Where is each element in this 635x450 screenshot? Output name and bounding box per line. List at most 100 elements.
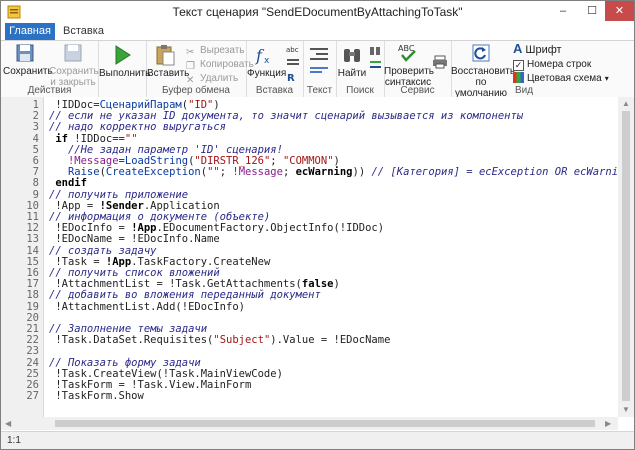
- save-and-close-button[interactable]: Сохранить и закрыть: [49, 42, 99, 88]
- svg-text:R: R: [287, 73, 295, 83]
- group-run: Выполнить: [98, 41, 150, 97]
- line-number: 14: [26, 244, 39, 257]
- window-title: Текст сценария "SendEDocumentByAttaching…: [172, 5, 463, 19]
- script-editor-window: Текст сценария "SendEDocumentByAttaching…: [0, 0, 635, 450]
- group-service: ABC Проверить синтаксис Сервис: [384, 41, 452, 97]
- group-clipboard: Вставить ✂ Вырезать ❐ Копировать ✕ Удалить …: [146, 41, 254, 97]
- copy-button[interactable]: ❐ Копировать: [186, 58, 254, 72]
- find-next-icon[interactable]: [369, 45, 382, 57]
- group-insert: f x Функция abc R Вставка: [246, 41, 304, 97]
- palette-icon: [513, 72, 524, 83]
- replace-icon[interactable]: [369, 59, 382, 71]
- group-search-label: Поиск: [346, 85, 374, 96]
- line-number: 9: [32, 188, 39, 201]
- maximize-button[interactable]: ☐: [578, 1, 606, 21]
- font-label: Шрифт: [525, 44, 562, 56]
- code-editor[interactable]: 1 !IDDoc=СценарийПарам("ID") 2// если не …: [1, 97, 631, 417]
- scroll-right-icon[interactable]: ▶: [605, 419, 611, 428]
- svg-text:abc: abc: [286, 46, 299, 54]
- code-line-text: // создать задачу: [49, 244, 157, 257]
- indent-icon[interactable]: [308, 46, 330, 62]
- font-icon: A: [513, 41, 523, 56]
- binoculars-icon: [344, 49, 360, 62]
- close-button[interactable]: ✕: [605, 1, 634, 21]
- group-text: Текст: [303, 41, 337, 97]
- group-view: Восстановить по умолчанию A Шрифт ✓ Номера…: [451, 41, 609, 99]
- code-line-text: !AttachmentList.Add(!EDocInfo): [49, 300, 245, 313]
- svg-text:x: x: [264, 56, 270, 66]
- save-label: Сохранить: [3, 66, 53, 77]
- cut-label: Вырезать: [200, 45, 245, 56]
- checkmark-icon: ✓: [513, 60, 524, 71]
- group-insert-label: Вставка: [255, 85, 294, 96]
- svg-text:ABC: ABC: [398, 44, 415, 53]
- save-icon: [16, 44, 34, 62]
- vertical-scrollbar[interactable]: ▲ ▼: [618, 97, 634, 417]
- code-line-text: !Task.DataSet.Requisites("Subject").Valu…: [49, 334, 391, 347]
- function-icon: f x: [255, 46, 270, 66]
- line-numbers-checkbox[interactable]: ✓ Номера строк: [513, 58, 591, 71]
- check-syntax-button[interactable]: ABC Проверить синтаксис: [384, 42, 435, 88]
- find-label: Найти: [337, 68, 367, 79]
- scroll-up-icon[interactable]: ▲: [622, 99, 630, 108]
- horizontal-scroll-thumb[interactable]: [55, 420, 595, 427]
- insert-requisite-icon[interactable]: R: [286, 71, 300, 83]
- clipboard-icon: [156, 45, 175, 66]
- run-button[interactable]: Выполнить: [99, 44, 150, 79]
- spellcheck-icon: ABC: [398, 44, 416, 62]
- run-label: Выполнить: [99, 68, 151, 79]
- tab-insert[interactable]: Вставка: [61, 23, 106, 40]
- restore-icon: [472, 44, 490, 62]
- line-number: 23: [26, 345, 39, 358]
- insert-text-icon[interactable]: abc: [286, 44, 300, 54]
- line-number: 27: [26, 390, 39, 403]
- delete-label: Удалить: [200, 73, 239, 84]
- save-button[interactable]: Сохранить: [3, 42, 53, 77]
- cursor-position: 1:1: [7, 435, 21, 446]
- font-button[interactable]: A Шрифт: [513, 41, 562, 56]
- color-scheme-dropdown[interactable]: Цветовая схема ▾: [513, 72, 609, 85]
- cut-button[interactable]: ✂ Вырезать: [186, 44, 245, 58]
- paste-button[interactable]: Вставить: [147, 44, 189, 79]
- comment-icon[interactable]: [308, 65, 330, 75]
- code-line-text: // Показать форму задачи: [49, 356, 201, 369]
- play-icon: [115, 45, 131, 65]
- group-text-label: Текст: [306, 85, 333, 96]
- ribbon-panel: Сохранить Сохранить и закрыть Действия В…: [1, 40, 634, 99]
- color-scheme-label: Цветовая схема: [527, 73, 602, 84]
- group-view-label: Вид: [514, 85, 534, 96]
- group-actions: Сохранить Сохранить и закрыть Действия: [1, 41, 99, 97]
- delete-icon: ✕: [186, 75, 195, 86]
- insert-function-button[interactable]: f x Функция: [247, 44, 287, 79]
- code-line-text: // добавить во вложения переданный докум…: [49, 289, 321, 302]
- scroll-left-icon[interactable]: ◀: [5, 419, 11, 428]
- insert-list-icon[interactable]: [286, 58, 300, 68]
- copy-icon: ❐: [186, 61, 195, 72]
- save-close-label-1: Сохранить: [49, 66, 99, 77]
- code-line-text: Raise(CreateException(""; !Message; ecWa…: [67, 166, 631, 179]
- vertical-scroll-thumb[interactable]: [622, 111, 630, 401]
- scissors-icon: ✂: [186, 47, 195, 58]
- group-actions-label: Действия: [27, 85, 72, 96]
- line-numbers-label: Номера строк: [527, 59, 592, 70]
- group-service-label: Сервис: [400, 85, 435, 96]
- title-bar: Текст сценария "SendEDocumentByAttaching…: [1, 1, 634, 23]
- status-bar: 1:1: [1, 431, 634, 449]
- check-syntax-label-1: Проверить: [384, 66, 435, 77]
- line-number: 8: [32, 177, 39, 190]
- delete-button[interactable]: ✕ Удалить: [186, 72, 239, 86]
- function-label: Функция: [247, 68, 287, 79]
- group-clipboard-label: Буфер обмена: [162, 85, 230, 96]
- minimize-button[interactable]: –: [549, 1, 577, 21]
- restore-label-1: Восстановить: [451, 66, 516, 77]
- chevron-down-icon: ▾: [604, 74, 609, 83]
- tab-main[interactable]: Главная: [5, 23, 55, 40]
- horizontal-scrollbar[interactable]: ◀ ▶: [1, 417, 618, 430]
- code-line-text: !TaskForm.Show: [49, 390, 144, 403]
- scroll-down-icon[interactable]: ▼: [622, 405, 630, 414]
- line-number: 24: [26, 356, 39, 369]
- find-button[interactable]: Найти: [337, 44, 367, 79]
- print-icon[interactable]: [432, 55, 448, 69]
- group-search: Найти Поиск: [336, 41, 385, 97]
- ribbon-tabs: Главная Вставка: [1, 23, 634, 40]
